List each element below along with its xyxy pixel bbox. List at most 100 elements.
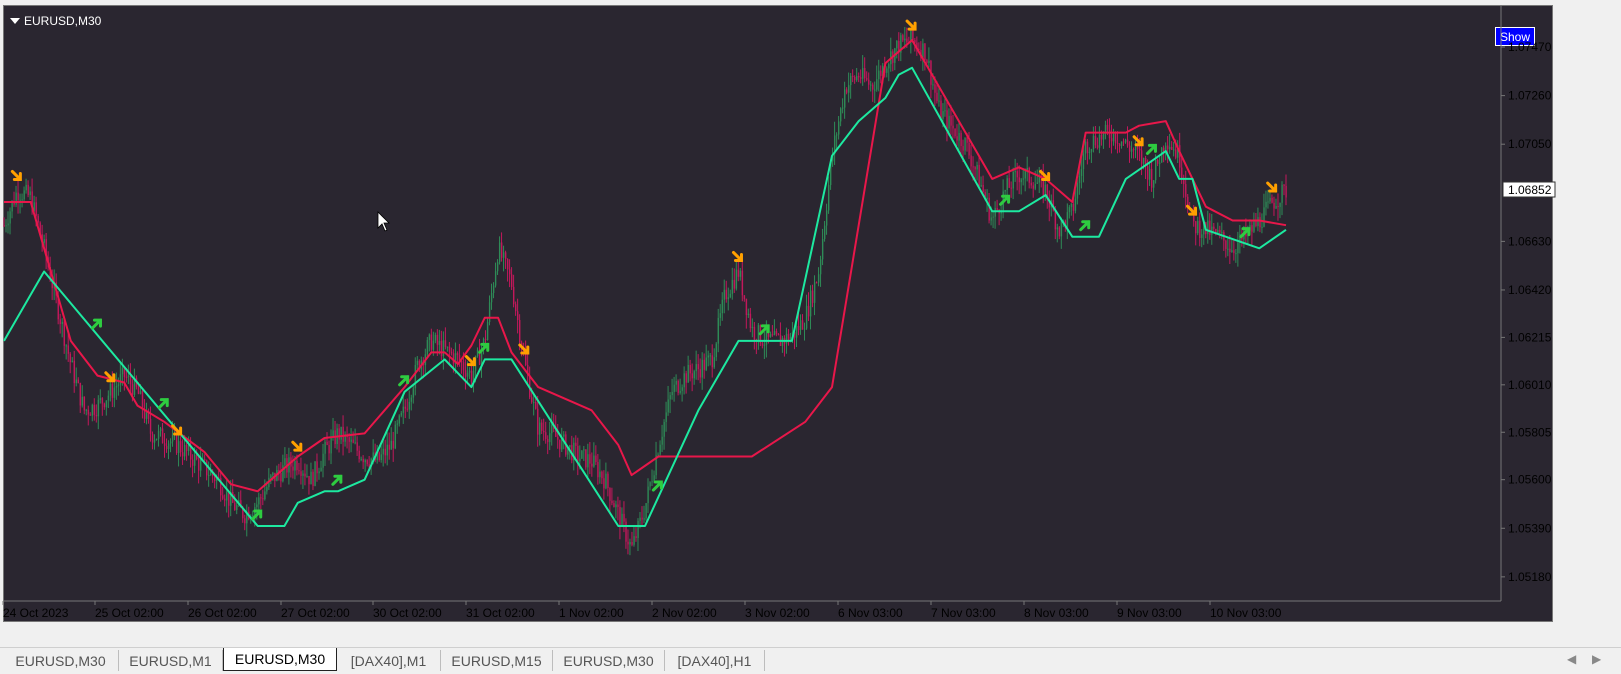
candle-body — [444, 340, 447, 347]
candle-body — [65, 345, 67, 347]
candle-body — [643, 518, 645, 520]
candle-body — [1227, 248, 1229, 250]
candle-body — [1032, 185, 1035, 189]
candle-body — [1030, 182, 1033, 186]
candle-body — [669, 395, 671, 400]
chart-tab-7[interactable]: [DAX40],H1 — [665, 650, 765, 671]
candle-body — [436, 334, 439, 345]
candle-body — [438, 340, 441, 345]
candle-body — [1096, 145, 1099, 148]
candle-body — [141, 391, 144, 410]
candle-body — [81, 396, 84, 406]
candle-body — [817, 274, 820, 283]
candle-body — [709, 355, 712, 357]
candle-body — [653, 475, 655, 482]
candle-body — [819, 259, 822, 275]
candle-body — [310, 471, 312, 485]
candle-body — [103, 403, 106, 408]
candle-body — [958, 132, 960, 141]
candle-body — [109, 383, 112, 396]
candle-body — [781, 337, 784, 346]
candle-body — [224, 498, 226, 501]
candle-body — [390, 440, 393, 450]
candle-body — [25, 184, 27, 191]
candle-body — [338, 428, 340, 440]
candle-body — [494, 271, 497, 286]
candle-body — [1175, 149, 1177, 158]
price-tick-label: 1.05390 — [1508, 521, 1552, 535]
candle-body — [569, 445, 571, 448]
candle-body — [950, 115, 952, 126]
candle-body — [446, 346, 449, 348]
candle-body — [117, 384, 120, 386]
candle-body — [1146, 166, 1149, 180]
chart-tab-4[interactable]: [DAX40],M1 — [337, 650, 441, 671]
candle-body — [434, 334, 437, 341]
chart-tab-6[interactable]: EURUSD,M30 — [553, 650, 665, 671]
candle-body — [679, 390, 681, 393]
candle-body — [1159, 162, 1161, 164]
candle-body — [583, 449, 585, 451]
candle-body — [426, 340, 429, 355]
candle-body — [962, 146, 964, 151]
candle-body — [723, 289, 726, 300]
candle-body — [356, 442, 358, 451]
candle-body — [450, 351, 453, 354]
candle-body — [121, 367, 124, 375]
candle-body — [392, 440, 395, 449]
candle-body — [1020, 179, 1022, 183]
candle-body — [922, 43, 924, 58]
time-tick-label: 25 Oct 02:00 — [95, 606, 164, 620]
candle-body — [1152, 180, 1155, 188]
chart-tab-3[interactable]: EURUSD,M30 — [223, 648, 337, 671]
candle-body — [284, 458, 286, 466]
candle-body — [701, 359, 703, 378]
candle-body — [432, 340, 435, 350]
candle-body — [539, 422, 541, 435]
candle-body — [77, 379, 80, 383]
chart-tab-5[interactable]: EURUSD,M15 — [441, 650, 553, 671]
candle-body — [163, 443, 166, 446]
candle-body — [502, 252, 505, 258]
candle-body — [510, 274, 513, 287]
chart-tab-1[interactable]: EURUSD,M30 — [3, 650, 119, 671]
candle-body — [1263, 207, 1265, 227]
candlestick-chart[interactable]: 1.07470 1.07260 1.07050 1.06630 1.06420 1.062… — [0, 0, 1621, 673]
candle-body — [1156, 159, 1159, 164]
candle-body — [1285, 185, 1287, 198]
candle-body — [705, 357, 707, 370]
candle-body — [619, 506, 621, 527]
candle-body — [236, 505, 238, 510]
candle-body — [827, 185, 830, 211]
time-tick-label: 30 Oct 02:00 — [373, 606, 442, 620]
candle-body — [765, 330, 768, 345]
candle-body — [904, 38, 906, 41]
candle-body — [972, 166, 974, 168]
candle-body — [743, 295, 746, 300]
candle-body — [956, 136, 958, 141]
candle-body — [1006, 178, 1008, 191]
chart-tab-2[interactable]: EURUSD,M1 — [119, 650, 223, 671]
candle-body — [1219, 229, 1221, 233]
candle-body — [1132, 149, 1135, 151]
candle-body — [659, 444, 661, 455]
candle-body — [858, 76, 860, 78]
candle-body — [382, 448, 384, 455]
candle-body — [512, 286, 515, 305]
candle-body — [470, 370, 473, 383]
candle-body — [715, 343, 718, 358]
candle-body — [717, 317, 720, 344]
candle-body — [954, 128, 956, 137]
candle-body — [1217, 229, 1219, 233]
candle-body — [665, 412, 667, 422]
candle-body — [1008, 178, 1010, 188]
candle-body — [270, 475, 272, 478]
buy-arrow-icon — [331, 474, 343, 486]
tab-scroll-left-icon[interactable]: ◀ — [1567, 652, 1576, 666]
candle-body — [378, 452, 380, 461]
candle-body — [926, 60, 928, 64]
candle-body — [928, 60, 930, 64]
candle-body — [157, 431, 160, 439]
tab-scroll-right-icon[interactable]: ▶ — [1592, 652, 1601, 666]
candle-body — [83, 396, 86, 411]
